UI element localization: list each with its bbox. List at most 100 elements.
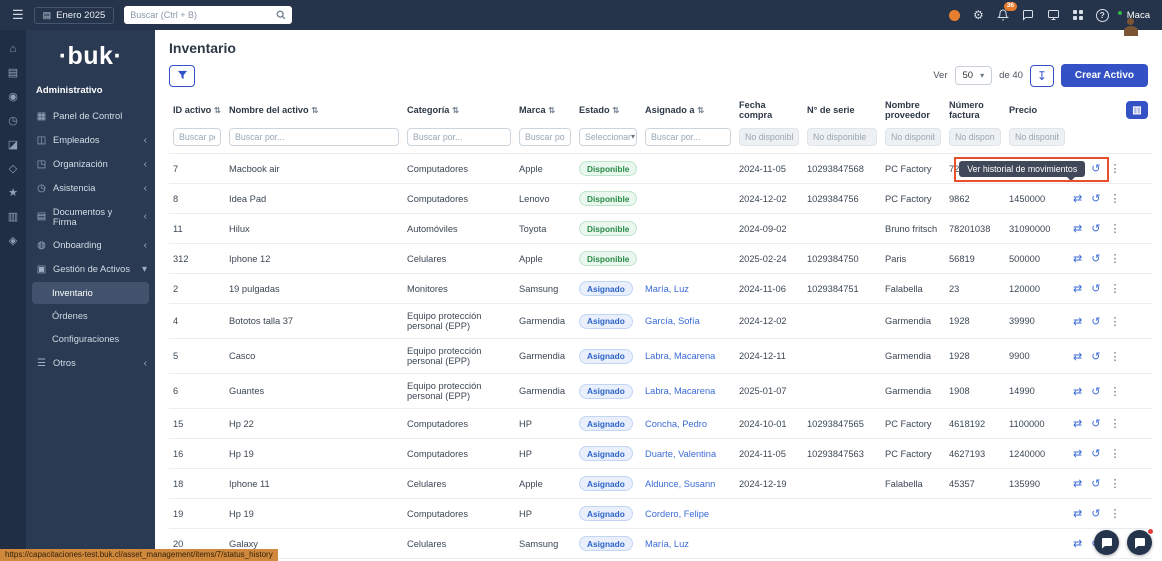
assigned-user-link[interactable]: María, Luz: [645, 539, 689, 549]
assigned-user-link[interactable]: Labra, Macarena: [645, 351, 715, 361]
sidebar-subitem-ordenes[interactable]: Órdenes: [32, 305, 149, 327]
sidebar-item-asistencia[interactable]: ◷Asistencia‹: [26, 176, 155, 200]
help-icon[interactable]: ?: [1096, 9, 1109, 22]
monitor-icon[interactable]: [1047, 9, 1060, 21]
sync-icon[interactable]: ⇄: [1073, 223, 1082, 235]
sidebar-subitem-inventario[interactable]: Inventario: [32, 282, 149, 304]
history-icon[interactable]: ↺: [1091, 418, 1100, 430]
sidebar-item-gestion-de-activos[interactable]: ▣Gestión de Activos▾: [26, 257, 155, 281]
clipboard-icon[interactable]: ▤: [8, 68, 18, 79]
filter-select-estado[interactable]: Seleccionar▾: [579, 128, 637, 146]
kebab-menu-icon[interactable]: ⋮: [1109, 418, 1120, 430]
history-icon[interactable]: ↺: [1091, 351, 1100, 363]
table-row[interactable]: 20GalaxyCelularesSamsungAsignadoMaría, L…: [169, 529, 1152, 559]
kebab-menu-icon[interactable]: ⋮: [1109, 223, 1120, 235]
history-icon[interactable]: ↺: [1091, 223, 1100, 235]
chat-button[interactable]: [1127, 530, 1152, 555]
assigned-user-link[interactable]: Duarte, Valentina: [645, 449, 716, 459]
table-row[interactable]: 8Idea PadComputadoresLenovoDisponible202…: [169, 184, 1152, 214]
voice-chat-button[interactable]: [1094, 530, 1119, 555]
clock-icon[interactable]: ◷: [8, 116, 18, 127]
sync-icon[interactable]: ⇄: [1073, 448, 1082, 460]
table-row[interactable]: 4Bototos talla 37Equipo protección perso…: [169, 304, 1152, 339]
column-header-asignado-a[interactable]: Asignado a ⇅: [641, 95, 735, 125]
assigned-user-link[interactable]: Aldunce, Susann: [645, 479, 715, 489]
sort-icon[interactable]: ⇅: [311, 105, 318, 115]
history-icon[interactable]: ↺: [1091, 508, 1100, 520]
kebab-menu-icon[interactable]: ⋮: [1109, 478, 1120, 490]
sidebar-item-panel-de-control[interactable]: ▦Panel de Control: [26, 104, 155, 128]
kebab-menu-icon[interactable]: ⋮: [1109, 316, 1120, 328]
history-icon[interactable]: ↺: [1091, 163, 1100, 175]
column-header-nombre-del-activo[interactable]: Nombre del activo ⇅: [225, 95, 403, 125]
sync-icon[interactable]: ⇄: [1073, 386, 1082, 398]
filter-input[interactable]: [645, 128, 731, 146]
filter-input[interactable]: [407, 128, 511, 146]
sort-icon[interactable]: ⇅: [452, 105, 459, 115]
coin-icon[interactable]: ◉: [8, 92, 18, 103]
chart-icon[interactable]: ◪: [8, 140, 18, 151]
home-icon[interactable]: ⌂: [10, 44, 17, 55]
table-row[interactable]: 16Hp 19ComputadoresHPAsignadoDuarte, Val…: [169, 439, 1152, 469]
grid-icon[interactable]: ▥: [8, 212, 18, 223]
sort-icon[interactable]: ⇅: [214, 105, 221, 115]
user-menu[interactable]: Maca: [1122, 10, 1150, 21]
column-header-marca[interactable]: Marca ⇅: [515, 95, 575, 125]
page-size-select[interactable]: 50 ▾: [955, 66, 993, 85]
assigned-user-link[interactable]: Labra, Macarena: [645, 386, 715, 396]
kebab-menu-icon[interactable]: ⋮: [1109, 351, 1120, 363]
chat-square-icon[interactable]: [1022, 9, 1034, 21]
table-row[interactable]: 18Iphone 11CelularesAppleAsignadoAldunce…: [169, 469, 1152, 499]
assigned-user-link[interactable]: María, Luz: [645, 284, 689, 294]
kebab-menu-icon[interactable]: ⋮: [1109, 448, 1120, 460]
sync-icon[interactable]: ⇄: [1073, 316, 1082, 328]
kebab-menu-icon[interactable]: ⋮: [1109, 253, 1120, 265]
sync-icon[interactable]: ⇄: [1073, 283, 1082, 295]
history-icon[interactable]: ↺: [1091, 253, 1100, 265]
sync-icon[interactable]: ⇄: [1073, 193, 1082, 205]
kebab-menu-icon[interactable]: ⋮: [1109, 508, 1120, 520]
sync-icon[interactable]: ⇄: [1073, 351, 1082, 363]
diamond-icon[interactable]: ◇: [9, 164, 17, 175]
announcement-icon[interactable]: [949, 10, 960, 21]
column-settings-button[interactable]: ▥: [1126, 101, 1148, 119]
filter-input[interactable]: [229, 128, 399, 146]
sidebar-item-empleados[interactable]: ◫Empleados‹: [26, 128, 155, 152]
history-icon[interactable]: ↺: [1091, 478, 1100, 490]
history-icon[interactable]: ↺: [1091, 283, 1100, 295]
column-header-id-activo[interactable]: ID activo ⇅: [169, 95, 225, 125]
table-row[interactable]: 15Hp 22ComputadoresHPAsignadoConcha, Ped…: [169, 409, 1152, 439]
column-header-categoria[interactable]: Categoría ⇅: [403, 95, 515, 125]
table-row[interactable]: 11HiluxAutomóvilesToyotaDisponible2024-0…: [169, 214, 1152, 244]
sync-icon[interactable]: ⇄: [1073, 418, 1082, 430]
sync-icon[interactable]: ⇄: [1073, 253, 1082, 265]
filter-input[interactable]: [173, 128, 221, 146]
star-icon[interactable]: ★: [8, 188, 18, 199]
kebab-menu-icon[interactable]: ⋮: [1109, 386, 1120, 398]
sort-icon[interactable]: ⇅: [697, 105, 704, 115]
history-icon[interactable]: ↺: [1091, 316, 1100, 328]
sidebar-item-documentos-y-firma[interactable]: ▤Documentos y Firma‹: [26, 200, 155, 233]
history-icon[interactable]: ↺: [1091, 193, 1100, 205]
filter-toggle-button[interactable]: [169, 65, 195, 87]
table-row[interactable]: 312Iphone 12CelularesAppleDisponible2025…: [169, 244, 1152, 274]
table-row[interactable]: 5CascoEquipo protección personal (EPP)Ga…: [169, 339, 1152, 374]
sidebar-subitem-configuraciones[interactable]: Configuraciones: [32, 328, 149, 350]
column-header-estado[interactable]: Estado ⇅: [575, 95, 641, 125]
assigned-user-link[interactable]: Cordero, Felipe: [645, 509, 709, 519]
download-button[interactable]: ↧: [1030, 65, 1054, 87]
sync-icon[interactable]: ⇄: [1073, 538, 1082, 550]
sidebar-item-otros[interactable]: ☰Otros‹: [26, 351, 155, 375]
assigned-user-link[interactable]: García, Sofía: [645, 316, 700, 326]
hamburger-menu-icon[interactable]: ☰: [12, 7, 24, 23]
table-row[interactable]: 19Hp 19ComputadoresHPAsignadoCordero, Fe…: [169, 499, 1152, 529]
gem-icon[interactable]: ◈: [9, 236, 17, 247]
filter-input[interactable]: [519, 128, 571, 146]
table-row[interactable]: 6GuantesEquipo protección personal (EPP)…: [169, 374, 1152, 409]
history-icon[interactable]: ↺: [1091, 386, 1100, 398]
sidebar-item-organizacion[interactable]: ◳Organización‹: [26, 152, 155, 176]
sidebar-item-onboarding[interactable]: ◍Onboarding‹: [26, 233, 155, 257]
sync-icon[interactable]: ⇄: [1073, 508, 1082, 520]
assigned-user-link[interactable]: Concha, Pedro: [645, 419, 707, 429]
kebab-menu-icon[interactable]: ⋮: [1109, 163, 1120, 175]
